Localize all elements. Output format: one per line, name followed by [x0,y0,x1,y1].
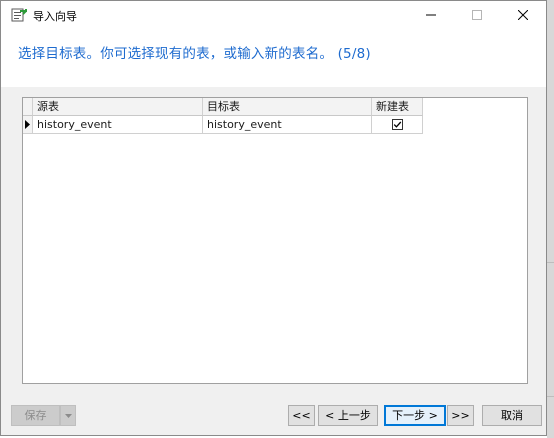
close-icon [518,10,528,20]
row-header-corner [23,98,33,116]
wizard-footer: 保存 << < 上一步 下一步 > >> 取消 [1,396,546,436]
window-title: 导入向导 [33,10,77,23]
minimize-button[interactable] [408,1,454,29]
source-table-cell: history_event [33,116,203,134]
next-step-button[interactable]: 下一步 > [384,405,446,426]
last-step-button[interactable]: >> [447,405,474,426]
first-step-button[interactable]: << [288,405,315,426]
target-table-cell[interactable]: history_event [203,116,372,134]
close-button[interactable] [500,1,546,29]
column-header-target[interactable]: 目标表 [203,98,372,116]
minimize-icon [426,14,436,16]
title-bar: 导入向导 [1,1,546,29]
save-dropdown-button[interactable] [60,405,76,426]
column-header-source[interactable]: 源表 [33,98,203,116]
cancel-button[interactable]: 取消 [482,405,542,426]
previous-step-button[interactable]: < 上一步 [318,405,378,426]
save-button[interactable]: 保存 [11,405,60,426]
import-wizard-window: 导入向导 选择目标表。你可选择现有的表，或输入新的表名。 (5/8) 源表 目标… [0,0,547,436]
background-window-edge [547,0,554,438]
import-wizard-icon [11,7,27,23]
create-new-checkbox[interactable] [392,119,403,130]
create-new-cell [372,116,423,134]
wizard-header: 选择目标表。你可选择现有的表，或输入新的表名。 (5/8) [1,29,546,87]
row-pointer-icon [25,120,30,129]
chevron-down-icon [64,414,72,418]
table-mapping-grid: 源表 目标表 新建表 history_event history_event [22,97,528,384]
maximize-icon [472,10,482,20]
step-instruction: 选择目标表。你可选择现有的表，或输入新的表名。 (5/8) [18,46,371,62]
maximize-button[interactable] [454,1,500,29]
current-row-indicator [23,116,33,134]
column-header-create-new[interactable]: 新建表 [372,98,423,116]
